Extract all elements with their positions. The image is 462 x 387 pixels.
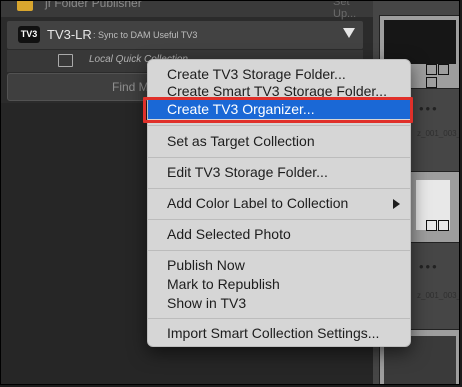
folder-icon: [17, 1, 33, 11]
setup-link[interactable]: Set Up...: [333, 1, 373, 20]
app-window: jf Folder Publisher Set Up... TV3 TV3-LR…: [0, 0, 460, 385]
menu-separator: [148, 318, 410, 319]
menu-item-show-in-tv3[interactable]: Show in TV3: [148, 294, 410, 313]
menu-item-create-smart-storage-folder[interactable]: Create Smart TV3 Storage Folder...: [148, 82, 410, 101]
collapse-arrow-icon[interactable]: [343, 28, 355, 38]
tv3-logo-icon: TV3: [18, 26, 40, 43]
badge-icon: [438, 220, 449, 231]
badge-icon: [426, 220, 437, 231]
thumbnail-badges: [426, 220, 450, 233]
tv3-service-row[interactable]: TV3 TV3-LR : Sync to DAM Useful TV3: [7, 21, 363, 49]
menu-item-add-selected-photo[interactable]: Add Selected Photo: [148, 225, 410, 244]
menu-item-publish-now[interactable]: Publish Now: [148, 256, 410, 275]
photo-thumbnail: [384, 20, 456, 64]
thumbnail-badges: [426, 64, 459, 90]
menu-item-mark-to-republish[interactable]: Mark to Republish: [148, 275, 410, 294]
badge-icon: [426, 64, 437, 75]
badge-icon: [438, 64, 449, 75]
folder-publisher-row[interactable]: jf Folder Publisher Set Up...: [1, 0, 373, 20]
menu-separator: [148, 188, 410, 189]
thumbnail-options-icon[interactable]: •••: [419, 101, 439, 116]
service-description: : Sync to DAM Useful TV3: [93, 30, 198, 40]
menu-item-edit-storage-folder[interactable]: Edit TV3 Storage Folder...: [148, 163, 410, 182]
menu-item-set-target-collection[interactable]: Set as Target Collection: [148, 132, 410, 151]
collection-icon: [58, 54, 73, 67]
menu-item-import-smart-collection-settings[interactable]: Import Smart Collection Settings...: [148, 324, 410, 343]
thumbnail-filename: z_001_003_0: [417, 291, 459, 300]
menu-separator: [148, 157, 410, 158]
menu-separator: [148, 125, 410, 126]
submenu-arrow-icon: [393, 199, 400, 209]
thumbnail-filename: z_001_003_0: [417, 129, 459, 138]
service-name: TV3-LR: [47, 27, 92, 42]
folder-publisher-label: jf Folder Publisher: [45, 0, 142, 10]
menu-item-add-color-label[interactable]: Add Color Label to Collection: [148, 194, 410, 213]
menu-item-label: Add Color Label to Collection: [167, 195, 349, 211]
menu-separator: [148, 250, 410, 251]
badge-icon: [426, 77, 437, 88]
menu-separator: [148, 219, 410, 220]
menu-item-create-organizer[interactable]: Create TV3 Organizer...: [148, 100, 410, 119]
context-menu: Create TV3 Storage Folder... Create Smar…: [147, 59, 411, 347]
thumbnail-options-icon[interactable]: •••: [419, 259, 439, 274]
